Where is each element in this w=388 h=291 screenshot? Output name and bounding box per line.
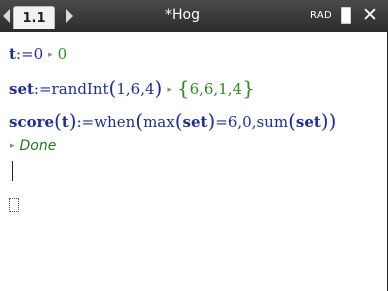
function-name: randInt <box>51 80 109 98</box>
inner-argument: set <box>182 113 208 131</box>
history-result: ▸ Done <box>10 136 56 154</box>
close-brace: } <box>242 76 255 100</box>
function-parameter: t <box>61 113 69 131</box>
close-paren: ) <box>68 109 77 133</box>
variable-name: t <box>9 45 16 63</box>
result-text: Done <box>19 138 57 154</box>
assign-operator: := <box>15 45 34 63</box>
tab-page-1-1[interactable]: 1.1 <box>13 6 55 29</box>
result-arrow-icon: ▸ <box>10 141 15 151</box>
open-paren: ( <box>288 109 296 133</box>
history-entry[interactable]: set:=randInt(1,6,4) ▸ {6,6,1,4} <box>9 75 255 100</box>
top-bar: 1.1 *Hog RAD ✕ <box>0 0 388 32</box>
next-page-arrow-icon[interactable] <box>66 9 73 23</box>
result-list: 6,6,1,4 <box>189 80 243 98</box>
inner-argument: set <box>295 113 321 131</box>
assign-operator: := <box>76 113 95 131</box>
function-definition-name: score <box>9 113 55 131</box>
condition-tail: =6,0, <box>215 113 257 131</box>
function-args: 1,6,4 <box>116 80 155 98</box>
previous-page-arrow-icon[interactable] <box>3 9 10 23</box>
variable-name: set <box>9 80 34 98</box>
angle-mode-indicator: RAD <box>310 10 332 21</box>
text-cursor <box>12 161 13 181</box>
assigned-value: 0 <box>33 45 44 63</box>
result-value: 0 <box>57 45 68 63</box>
close-paren: ) <box>207 109 216 133</box>
inner-function-name: sum <box>256 113 289 131</box>
result-arrow-icon: ▸ <box>48 50 53 60</box>
inner-function-name: max <box>143 113 175 131</box>
open-brace: { <box>176 76 190 100</box>
calculator-page[interactable]: t:=0 ▸ 0 set:=randInt(1,6,4) ▸ {6,6,1,4} sco… <box>0 32 388 291</box>
close-icon[interactable]: ✕ <box>362 4 378 26</box>
history-entry[interactable]: t:=0 ▸ 0 <box>9 45 67 63</box>
history-entry[interactable]: score(t):=when(max(set)=6,0,sum(set)) <box>9 108 337 133</box>
document-title: *Hog <box>165 7 200 23</box>
close-paren: ) <box>320 109 329 133</box>
battery-icon <box>341 7 351 24</box>
open-paren: ( <box>108 76 117 100</box>
result-arrow-icon: ▸ <box>167 85 172 95</box>
tab-label: 1.1 <box>22 10 46 26</box>
empty-entry-placeholder[interactable] <box>9 198 19 212</box>
close-paren: ) <box>328 109 337 133</box>
assign-operator: := <box>33 80 52 98</box>
open-paren: ( <box>54 109 62 133</box>
open-paren: ( <box>174 109 183 133</box>
function-name: when <box>94 113 136 131</box>
open-paren: ( <box>135 109 144 133</box>
